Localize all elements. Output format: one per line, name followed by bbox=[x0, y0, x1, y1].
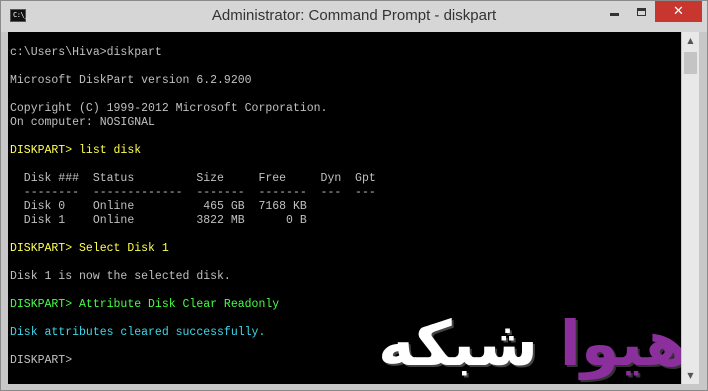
watermark-purple-text: هیوا bbox=[559, 306, 681, 380]
console-line: Disk 1 is now the selected disk. bbox=[10, 270, 231, 283]
console-line: Microsoft DiskPart version 6.2.9200 bbox=[10, 74, 252, 87]
console-line: c:\Users\Hiva>diskpart bbox=[10, 46, 162, 59]
vertical-scrollbar[interactable]: ▲ ▼ bbox=[682, 32, 699, 384]
console-line: -------- ------------- ------- ------- -… bbox=[10, 186, 376, 199]
maximize-icon bbox=[637, 7, 646, 16]
command-prompt-window: C:\_ Administrator: Command Prompt - dis… bbox=[0, 0, 708, 391]
watermark-white-text: شبکه bbox=[378, 306, 538, 380]
maximize-button[interactable] bbox=[628, 1, 655, 22]
console-line: DISKPART> list disk bbox=[10, 144, 142, 157]
console-line: On computer: NOSIGNAL bbox=[10, 116, 155, 129]
close-icon: ✕ bbox=[673, 4, 684, 19]
console-line: Disk ### Status Size Free Dyn Gpt bbox=[10, 172, 376, 185]
console-line: DISKPART> bbox=[10, 354, 73, 367]
scroll-down-icon[interactable]: ▼ bbox=[682, 367, 699, 384]
console-lines: c:\Users\Hiva>diskpart Microsoft DiskPart… bbox=[10, 46, 376, 368]
title-bar[interactable]: C:\_ Administrator: Command Prompt - dis… bbox=[1, 1, 707, 32]
console-line: Copyright (C) 1999-2012 Microsoft Corpor… bbox=[10, 102, 328, 115]
minimize-icon bbox=[610, 13, 619, 16]
scroll-thumb[interactable] bbox=[684, 52, 697, 74]
scroll-up-icon[interactable]: ▲ bbox=[682, 32, 699, 49]
console-line: DISKPART> Attribute Disk Clear Readonly bbox=[10, 298, 280, 311]
watermark-logo: هیوا شبکه bbox=[368, 298, 681, 384]
console-line: Disk attributes cleared successfully. bbox=[10, 326, 266, 339]
minimize-button[interactable] bbox=[601, 1, 628, 22]
console-line: Disk 0 Online 465 GB 7168 KB bbox=[10, 200, 307, 213]
close-button[interactable]: ✕ bbox=[655, 1, 702, 22]
console-output-area[interactable]: c:\Users\Hiva>diskpart Microsoft DiskPart… bbox=[8, 32, 681, 384]
console-line: DISKPART> Select Disk 1 bbox=[10, 242, 169, 255]
console-line: Disk 1 Online 3822 MB 0 B bbox=[10, 214, 307, 227]
